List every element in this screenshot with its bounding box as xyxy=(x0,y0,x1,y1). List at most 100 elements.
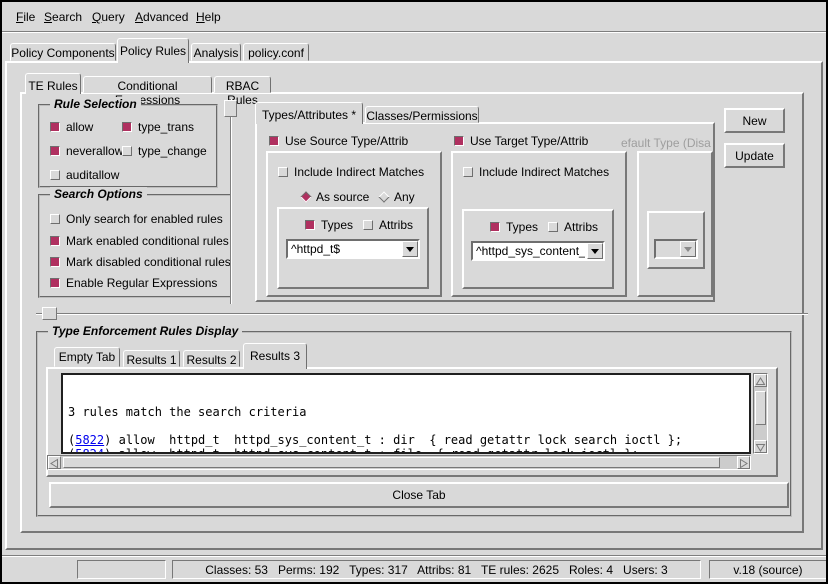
use-target-checkbox[interactable] xyxy=(454,136,464,146)
as-source-radio[interactable] xyxy=(300,191,311,202)
source-group: Include Indirect Matches As source Any T… xyxy=(266,151,442,297)
radio-row-any: Any xyxy=(380,190,415,204)
checkbox-row-type-trans: type_trans xyxy=(122,120,194,134)
tab-conditional-expressions[interactable]: Conditional Expressions xyxy=(83,76,212,93)
results-vscrollbar[interactable] xyxy=(753,373,768,454)
results-hscrollbar[interactable] xyxy=(47,455,751,470)
tab-types-attributes[interactable]: Types/Attributes * xyxy=(255,102,363,124)
rule-id-link[interactable]: 5822 xyxy=(75,433,104,447)
checkbox-row-source-attribs: Attribs xyxy=(363,218,413,232)
allow-label: allow xyxy=(66,120,93,134)
default-combo-arrow-button xyxy=(680,241,696,257)
source-types-label: Types xyxy=(321,218,353,232)
tab-results-3[interactable]: Results 3 xyxy=(243,343,307,369)
tab-analysis[interactable]: Analysis xyxy=(191,43,241,61)
target-types-checkbox[interactable] xyxy=(490,222,500,232)
any-radio[interactable] xyxy=(378,191,389,202)
tab-te-rules[interactable]: TE Rules xyxy=(25,73,81,94)
tab-policy-rules[interactable]: Policy Rules xyxy=(117,38,189,63)
horizontal-sash[interactable] xyxy=(36,313,808,315)
allow-checkbox[interactable] xyxy=(50,122,60,132)
use-source-checkbox[interactable] xyxy=(269,136,279,146)
checkbox-row-mark-disabled: Mark disabled conditional rules xyxy=(50,255,231,269)
auditallow-checkbox[interactable] xyxy=(50,170,60,180)
scroll-down-button[interactable] xyxy=(754,440,767,453)
tab-policy-components[interactable]: Policy Components xyxy=(10,43,116,61)
tab-classes-permissions[interactable]: Classes/Permissions xyxy=(365,106,479,123)
statusbar-empty-box xyxy=(77,560,166,579)
type-change-checkbox[interactable] xyxy=(122,146,132,156)
tab-results-1[interactable]: Results 1 xyxy=(123,350,180,367)
source-types-checkbox[interactable] xyxy=(305,220,315,230)
rule-selection-title: Rule Selection xyxy=(50,97,141,111)
checkbox-row-type-change: type_change xyxy=(122,144,207,158)
hscroll-thumb[interactable] xyxy=(63,457,720,468)
source-combo-arrow-button[interactable] xyxy=(402,241,418,257)
checkbox-row-use-target: Use Target Type/Attrib xyxy=(454,134,588,148)
tab-empty-tab[interactable]: Empty Tab xyxy=(54,347,120,367)
menu-help[interactable]: Help xyxy=(196,10,221,24)
te-rules-text[interactable]: 3 rules match the search criteria (5822)… xyxy=(61,373,751,454)
vertical-sash[interactable] xyxy=(230,99,232,304)
enabled-only-checkbox[interactable] xyxy=(50,214,60,224)
update-button[interactable]: Update xyxy=(724,143,785,168)
tab-policy-conf[interactable]: policy.conf xyxy=(243,43,309,61)
mark-disabled-checkbox[interactable] xyxy=(50,257,60,267)
target-attribs-checkbox[interactable] xyxy=(548,222,558,232)
type-change-label: type_change xyxy=(138,144,207,158)
source-attribs-checkbox[interactable] xyxy=(363,220,373,230)
neverallow-checkbox[interactable] xyxy=(50,146,60,156)
mark-enabled-checkbox[interactable] xyxy=(50,236,60,246)
menu-query[interactable]: Query xyxy=(92,10,125,24)
mark-disabled-label: Mark disabled conditional rules xyxy=(66,255,231,269)
neverallow-label: neverallow xyxy=(66,144,123,158)
target-indirect-checkbox[interactable] xyxy=(463,167,473,177)
apol-main-window: File Search Query Advanced Help Policy C… xyxy=(0,0,828,584)
source-indirect-checkbox[interactable] xyxy=(278,167,288,177)
vscroll-thumb[interactable] xyxy=(755,391,766,425)
new-button[interactable]: New xyxy=(724,108,785,133)
checkbox-row-target-types: Types xyxy=(490,220,538,234)
scroll-up-icon xyxy=(755,376,766,387)
checkbox-row-use-source: Use Source Type/Attrib xyxy=(269,134,408,148)
checkbox-row-source-types: Types xyxy=(305,218,353,232)
scroll-left-icon xyxy=(49,458,60,469)
default-type-combo xyxy=(654,239,698,259)
regex-checkbox[interactable] xyxy=(50,278,60,288)
tab-rbac-rules[interactable]: RBAC Rules xyxy=(214,76,271,93)
source-attribs-label: Attribs xyxy=(379,218,413,232)
auditallow-label: auditallow xyxy=(66,168,119,182)
tab-results-2[interactable]: Results 2 xyxy=(183,350,240,367)
checkbox-row-target-attribs: Attribs xyxy=(548,220,598,234)
menu-advanced[interactable]: Advanced xyxy=(135,10,188,24)
scroll-up-button[interactable] xyxy=(754,374,767,387)
enabled-only-label: Only search for enabled rules xyxy=(66,212,223,226)
checkbox-row-mark-enabled: Mark enabled conditional rules xyxy=(50,234,229,248)
checkbox-row-neverallow: neverallow xyxy=(50,144,123,158)
target-combo-arrow-button[interactable] xyxy=(587,243,603,259)
target-attribs-label: Attribs xyxy=(564,220,598,234)
checkbox-row-source-indirect: Include Indirect Matches xyxy=(278,165,424,179)
as-source-label: As source xyxy=(316,190,369,204)
rule-id-link[interactable]: 5824 xyxy=(75,447,104,454)
scroll-left-button[interactable] xyxy=(48,456,61,469)
te-rule-line: (5822) allow httpd_t httpd_sys_content_t… xyxy=(68,433,744,447)
menu-search[interactable]: Search xyxy=(44,10,82,24)
target-type-combo[interactable]: ^httpd_sys_content_t$ xyxy=(471,241,605,261)
target-indirect-label: Include Indirect Matches xyxy=(479,165,609,179)
te-rules-lines: 3 rules match the search criteria (5822)… xyxy=(68,405,744,454)
chevron-down-icon xyxy=(684,247,692,256)
checkbox-row-allow: allow xyxy=(50,120,93,134)
close-tab-button[interactable]: Close Tab xyxy=(49,482,789,508)
type-trans-checkbox[interactable] xyxy=(122,122,132,132)
mark-enabled-label: Mark enabled conditional rules xyxy=(66,234,229,248)
target-type-combo-value: ^httpd_sys_content_t$ xyxy=(476,244,585,258)
horizontal-sash-grip[interactable] xyxy=(42,307,57,320)
checkbox-row-regex: Enable Regular Expressions xyxy=(50,276,217,290)
source-type-combo-value: ^httpd_t$ xyxy=(291,242,400,256)
vertical-sash-grip[interactable] xyxy=(224,100,237,117)
menu-file[interactable]: File xyxy=(16,10,35,24)
source-type-combo[interactable]: ^httpd_t$ xyxy=(286,239,420,259)
scroll-right-button[interactable] xyxy=(737,456,750,469)
search-options-title: Search Options xyxy=(50,187,147,201)
